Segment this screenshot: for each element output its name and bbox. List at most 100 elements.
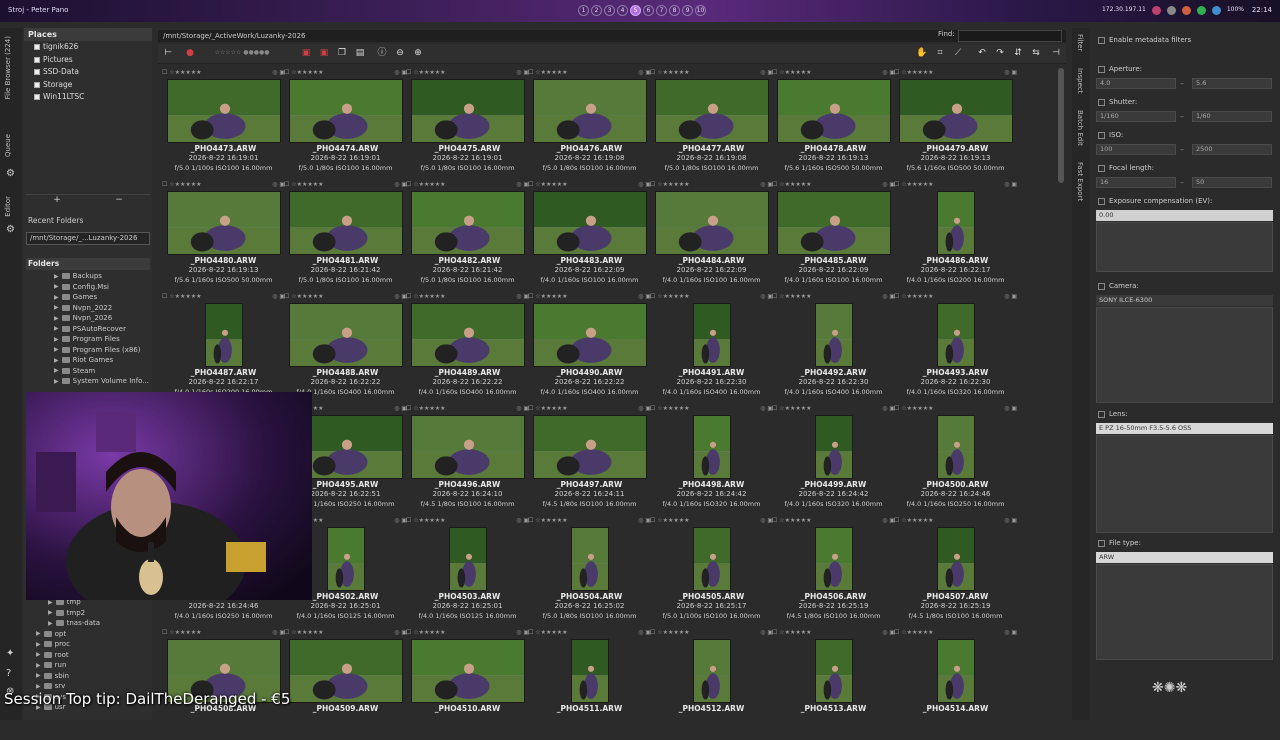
tab-batch-edit[interactable]: Batch Edit	[1076, 110, 1084, 146]
photo-thumbnail[interactable]	[777, 191, 891, 255]
scrollbar[interactable]	[1058, 68, 1064, 183]
photo-thumbnail[interactable]	[205, 303, 243, 367]
focal-length-checkbox[interactable]: Focal length:	[1098, 164, 1154, 172]
photo-thumbnail[interactable]	[533, 79, 647, 143]
rating-bar[interactable]: ☐ ☆★★★★★◎ ▣	[894, 628, 1017, 637]
photo-thumbnail[interactable]	[167, 191, 281, 255]
hand-icon[interactable]: ✋	[916, 47, 928, 59]
rating-bar[interactable]: ☐ ☆★★★★★◎ ▣	[772, 68, 895, 77]
photo-thumbnail[interactable]	[167, 79, 281, 143]
telegram-icon[interactable]	[1211, 6, 1221, 15]
thumbnail-cell[interactable]: ☐ ☆★★★★★ ◎ ▣ _PHO4489.ARW 2026-8-22 16:22:2…	[406, 292, 529, 404]
thumbnail-cell[interactable]: ☐ ☆★★★★★ ◎ ▣ _PHO4498.ARW 2026-8-22 16:24:4…	[650, 404, 773, 516]
workspace-button[interactable]: 10	[695, 5, 706, 16]
exposure-comp-input[interactable]: 0.00	[1096, 210, 1273, 221]
rotate-left-icon[interactable]: ↶	[976, 47, 988, 59]
expand-icon[interactable]: ▶	[48, 620, 53, 627]
rating-bar[interactable]: ☐ ☆★★★★★◎ ▣	[528, 68, 651, 77]
expand-icon[interactable]: ▶	[54, 336, 59, 343]
rating-bar[interactable]: ☐ ☆★★★★★◎ ▣	[650, 180, 773, 189]
thumbnail-cell[interactable]: ☐ ☆★★★★★ ◎ ▣ _PHO4479.ARW 2026-8-22 16:19:1…	[894, 68, 1017, 180]
thumbnail-cell[interactable]: ☐ ☆★★★★★ ◎ ▣ _PHO4510.ARW	[406, 628, 529, 740]
thumbnail-cell[interactable]: ☐ ☆★★★★★ ◎ ▣ _PHO4493.ARW 2026-8-22 16:22:3…	[894, 292, 1017, 404]
folder-item[interactable]: ▶ Backups	[54, 272, 102, 280]
expand-icon[interactable]: ▶	[54, 346, 59, 353]
rating-bar[interactable]: ☐ ☆★★★★★◎ ▣	[284, 292, 407, 301]
photo-thumbnail[interactable]	[533, 303, 647, 367]
expand-icon[interactable]: ▶	[54, 283, 59, 290]
pin-icon[interactable]: ✦	[6, 648, 14, 659]
photo-thumbnail[interactable]	[655, 191, 769, 255]
folder-item[interactable]: ▶ proc	[36, 640, 70, 648]
zoom-in-icon[interactable]: ⊕	[412, 47, 424, 59]
folder-item[interactable]: ▶ run	[36, 661, 66, 669]
rating-bar[interactable]: ☐ ☆★★★★★◎ ▣	[650, 628, 773, 637]
rating-bar[interactable]: ☐ ☆★★★★★◎ ▣	[650, 516, 773, 525]
photo-thumbnail[interactable]	[533, 415, 647, 479]
shutter-to-input[interactable]: 1/60	[1192, 111, 1272, 122]
expand-icon[interactable]: ▶	[48, 609, 53, 616]
photo-thumbnail[interactable]	[693, 639, 731, 703]
expand-icon[interactable]: ▶	[54, 378, 59, 385]
workspace-button[interactable]: 7	[656, 5, 667, 16]
thumbnail-cell[interactable]: ☐ ☆★★★★★ ◎ ▣ _PHO4477.ARW 2026-8-22 16:19:0…	[650, 68, 773, 180]
crop-icon[interactable]: ⌗	[934, 47, 946, 59]
photo-thumbnail[interactable]	[571, 639, 609, 703]
workspace-button[interactable]: 4	[617, 5, 628, 16]
thumbnail-cell[interactable]: ☐ ☆★★★★★ ◎ ▣ _PHO4492.ARW 2026-8-22 16:22:3…	[772, 292, 895, 404]
straighten-icon[interactable]: ⟋	[952, 47, 964, 59]
rating-bar[interactable]: ☐ ☆★★★★★◎ ▣	[162, 180, 285, 189]
photo-thumbnail[interactable]	[899, 79, 1013, 143]
photo-thumbnail[interactable]	[937, 527, 975, 591]
gear-icon[interactable]: ⚙	[6, 168, 15, 179]
thumbnail-cell[interactable]: ☐ ☆★★★★★ ◎ ▣ _PHO4491.ARW 2026-8-22 16:22:3…	[650, 292, 773, 404]
file-type-checkbox[interactable]: File type:	[1098, 539, 1141, 547]
tab-inspect[interactable]: Inspect	[1076, 68, 1084, 94]
expand-icon[interactable]: ▶	[54, 304, 59, 311]
rating-bar[interactable]: ☐ ☆★★★★★◎ ▣	[528, 180, 651, 189]
file-type-list[interactable]	[1096, 564, 1273, 660]
thumbnail-cell[interactable]: ☐ ☆★★★★★ ◎ ▣ _PHO4488.ARW 2026-8-22 16:22:2…	[284, 292, 407, 404]
copy-icon[interactable]: ❐	[336, 47, 348, 59]
rating-bar[interactable]: ☐ ☆★★★★★◎ ▣	[528, 628, 651, 637]
lens-checkbox[interactable]: Lens:	[1098, 410, 1128, 418]
photo-thumbnail[interactable]	[815, 527, 853, 591]
workspace-button[interactable]: 1	[578, 5, 589, 16]
rating-bar[interactable]: ☐ ☆★★★★★◎ ▣	[406, 180, 529, 189]
thumbnail-cell[interactable]: ☐ ☆★★★★★ ◎ ▣ _PHO4487.ARW 2026-8-22 16:22:1…	[162, 292, 285, 404]
workspace-button[interactable]: 8	[669, 5, 680, 16]
rating-bar[interactable]: ☐ ☆★★★★★◎ ▣	[162, 68, 285, 77]
thumbnail-cell[interactable]: ☐ ☆★★★★★ ◎ ▣ _PHO4486.ARW 2026-8-22 16:22:1…	[894, 180, 1017, 292]
add-place-button[interactable]: +	[53, 195, 61, 205]
photo-thumbnail[interactable]	[937, 415, 975, 479]
expand-icon[interactable]: ▶	[54, 315, 59, 322]
flip-horizontal-icon[interactable]: ⇆	[1030, 47, 1042, 59]
shutter-checkbox[interactable]: Shutter:	[1098, 98, 1137, 106]
thumbnail-cell[interactable]: ☐ ☆★★★★★ ◎ ▣ _PHO4499.ARW 2026-8-22 16:24:4…	[772, 404, 895, 516]
spotify-icon[interactable]	[1196, 6, 1206, 15]
photo-thumbnail[interactable]	[411, 191, 525, 255]
expand-icon[interactable]: ▶	[36, 651, 41, 658]
flip-vertical-icon[interactable]: ⇵	[1012, 47, 1024, 59]
folder-item[interactable]: ▶ Games	[54, 293, 97, 301]
rating-bar[interactable]: ☐ ☆★★★★★◎ ▣	[772, 292, 895, 301]
photo-thumbnail[interactable]	[327, 527, 365, 591]
thumbnail-cell[interactable]: ☐ ☆★★★★★ ◎ ▣ _PHO4511.ARW	[528, 628, 651, 740]
thumbnail-cell[interactable]: ☐ ☆★★★★★ ◎ ▣ _PHO4509.ARW	[284, 628, 407, 740]
rating-bar[interactable]: ☐ ☆★★★★★◎ ▣	[894, 516, 1017, 525]
place-item[interactable]: Pictures	[24, 54, 152, 67]
focal-to-input[interactable]: 50	[1192, 177, 1272, 188]
thumbnail-cell[interactable]: ☐ ☆★★★★★ ◎ ▣ _PHO4474.ARW 2026-8-22 16:19:0…	[284, 68, 407, 180]
help-icon[interactable]: ?	[6, 668, 11, 679]
folder-item[interactable]: ▶ Program Files (x86)	[54, 346, 140, 354]
iso-from-input[interactable]: 100	[1096, 144, 1176, 155]
thumbnail-cell[interactable]: ☐ ☆★★★★★ ◎ ▣ _PHO4483.ARW 2026-8-22 16:22:0…	[528, 180, 651, 292]
info-icon[interactable]: ⓘ	[376, 47, 388, 59]
rating-bar[interactable]: ☐ ☆★★★★★◎ ▣	[894, 292, 1017, 301]
delete-icon[interactable]: ▣	[318, 47, 330, 59]
rating-bar[interactable]: ☐ ☆★★★★★◎ ▣	[772, 516, 895, 525]
rating-bar[interactable]: ☐ ☆★★★★★◎ ▣	[406, 404, 529, 413]
thumbnail-cell[interactable]: ☐ ☆★★★★★ ◎ ▣ _PHO4482.ARW 2026-8-22 16:21:4…	[406, 180, 529, 292]
thumbnail-cell[interactable]: ☐ ☆★★★★★ ◎ ▣ _PHO4508.ARW	[162, 628, 285, 740]
menu-icon[interactable]: ⊢	[162, 47, 174, 59]
